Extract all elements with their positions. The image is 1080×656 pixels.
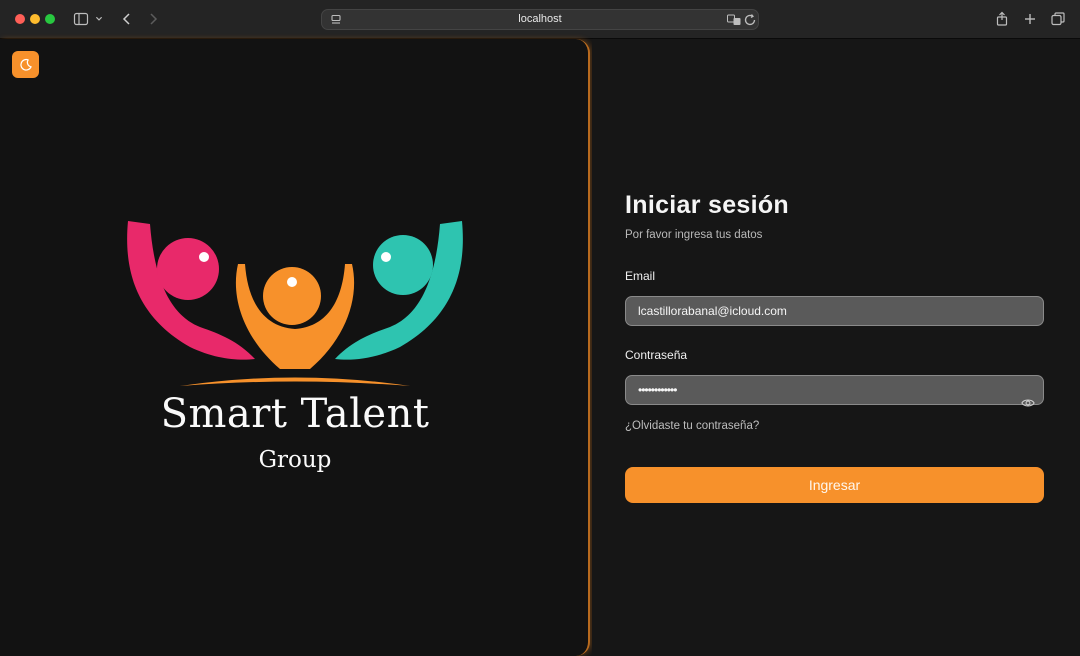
chevron-down-icon[interactable] xyxy=(92,9,106,29)
toggle-password-visibility-button[interactable] xyxy=(1020,396,1036,410)
email-field[interactable] xyxy=(625,296,1044,326)
maximize-window-button[interactable] xyxy=(45,14,55,24)
login-panel: Iniciar sesión Por favor ingresa tus dat… xyxy=(592,39,1080,656)
browser-toolbar: localhost xyxy=(0,0,1080,39)
address-bar[interactable]: localhost xyxy=(321,9,759,30)
close-window-button[interactable] xyxy=(15,14,25,24)
reload-icon[interactable] xyxy=(739,11,761,29)
password-label: Contraseña xyxy=(625,348,688,362)
login-form: Iniciar sesión Por favor ingresa tus dat… xyxy=(625,191,1044,503)
moon-icon xyxy=(19,58,32,71)
brand-subname: Group xyxy=(258,447,332,473)
login-button[interactable]: Ingresar xyxy=(625,467,1044,503)
back-icon[interactable] xyxy=(116,9,138,29)
forward-icon[interactable] xyxy=(142,9,164,29)
minimize-window-button[interactable] xyxy=(30,14,40,24)
logo-orange-head xyxy=(263,267,321,325)
brand-panel: Smart Talent Group xyxy=(0,39,590,656)
url-text: localhost xyxy=(518,13,562,25)
eye-icon xyxy=(1021,399,1035,407)
page-title: Iniciar sesión xyxy=(625,191,789,219)
password-wrapper xyxy=(625,375,1044,407)
tab-overview-icon[interactable] xyxy=(1047,9,1069,29)
email-label: Email xyxy=(625,269,656,283)
password-field[interactable] xyxy=(625,375,1044,405)
brand-name: Smart Talent xyxy=(160,391,430,437)
new-tab-icon[interactable] xyxy=(1019,9,1041,29)
forgot-password-link[interactable]: ¿Olvidaste tu contraseña? xyxy=(625,420,1044,432)
theme-toggle-button[interactable] xyxy=(12,51,39,78)
share-icon[interactable] xyxy=(991,9,1013,29)
logo-teal-head xyxy=(373,235,433,295)
smart-talent-logo xyxy=(127,221,463,386)
sidebar-toggle-icon[interactable] xyxy=(70,9,92,29)
logo-pink-head xyxy=(157,238,219,300)
logo-base-arc xyxy=(180,377,410,386)
page-subtitle: Por favor ingresa tus datos xyxy=(625,229,763,241)
